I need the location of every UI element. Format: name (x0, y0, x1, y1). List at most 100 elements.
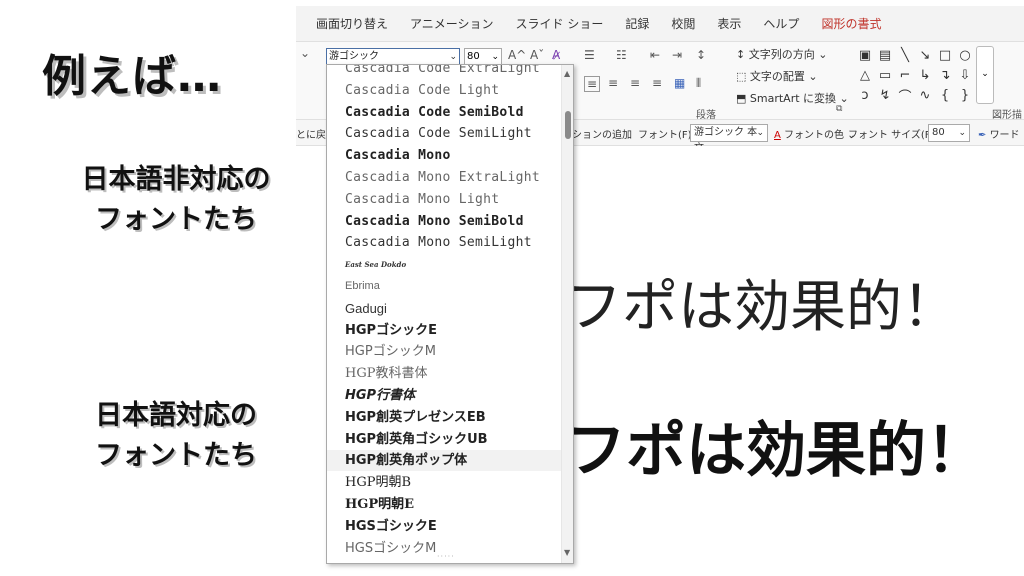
scroll-thumb[interactable] (565, 111, 571, 139)
font-list-item[interactable]: Gadugi (327, 298, 563, 319)
font-list-item[interactable]: HGP教科書体 (327, 363, 563, 384)
text-direction-button[interactable]: ↕ 文字列の方向 ⌄ (736, 46, 827, 62)
down-arrow-icon[interactable]: ⇩ (956, 66, 974, 84)
tab-review[interactable]: 校閲 (671, 15, 695, 32)
connector-arrow-icon[interactable]: ↳ (916, 66, 934, 84)
chevron-down-icon[interactable]: ⌄ (491, 49, 499, 65)
oval-icon[interactable]: ○ (956, 46, 974, 64)
distributed-icon[interactable]: ▦ (674, 76, 685, 90)
font-list-item[interactable]: HGP創英角ゴシックUB (327, 429, 563, 450)
tab-transitions[interactable]: 画面切り替え (316, 15, 388, 32)
font-color-icon: A (774, 130, 781, 141)
font-list-scrollbar[interactable]: ▲ ▼ (561, 65, 573, 563)
slide-text-bold[interactable]: フポは効果的！ (566, 402, 986, 489)
font-list-item[interactable]: Cascadia Code SemiLight (327, 123, 563, 144)
smartart-label: SmartArt に変換 (749, 92, 837, 105)
font-list-item[interactable]: HGP創英プレゼンスEB (327, 407, 563, 428)
freeform-icon[interactable]: ↯ (876, 86, 894, 104)
font-label: フォント(F): (638, 130, 695, 141)
reset-label[interactable]: とに戻 (296, 126, 326, 141)
chevron-down-icon[interactable]: ⌄ (756, 125, 764, 141)
font-list-item[interactable]: Cascadia Code ExtraLight (327, 65, 563, 79)
annotation-title: 例えば… (42, 51, 222, 102)
tab-slideshow[interactable]: スライド ショー (516, 15, 604, 32)
font-list-item[interactable]: Cascadia Code Light (327, 80, 563, 101)
font-list-item[interactable]: Cascadia Mono (327, 145, 563, 166)
slide-text-light[interactable]: フポは効果的！ (566, 262, 958, 343)
tab-help[interactable]: ヘルプ (763, 15, 799, 32)
tab-record[interactable]: 記録 (625, 15, 649, 32)
textbox-icon[interactable]: ▣ (856, 46, 874, 64)
font-color-button[interactable]: A フォントの色 ⌄ (774, 126, 856, 141)
font-list-item[interactable]: HGPゴシックE (327, 320, 563, 341)
align-center-icon[interactable]: ≡ (608, 76, 618, 90)
clear-format-icon[interactable]: A̷ (552, 48, 560, 62)
add-animation-label[interactable]: ションの追加 (572, 126, 632, 141)
align-text-label: 文字の配置 (749, 70, 805, 83)
justify-icon[interactable]: ≡ (652, 76, 662, 90)
right-brace-icon[interactable]: } (956, 86, 974, 104)
numbering-icon[interactable]: ☷ (616, 48, 627, 62)
align-right-icon[interactable]: ≡ (630, 76, 640, 90)
scroll-up-icon[interactable]: ▲ (564, 69, 570, 78)
curve-icon[interactable]: ↄ (856, 86, 874, 104)
font-list-item[interactable]: Cascadia Mono SemiBold (327, 211, 563, 232)
arrow-line-icon[interactable]: ↘ (916, 46, 934, 64)
triangle-icon[interactable]: △ (856, 66, 874, 84)
font-color-label: フォントの色 (784, 130, 845, 141)
annotation-japanese-fonts: 日本語対応の フォントたち (56, 396, 296, 476)
tab-view[interactable]: 表示 (717, 15, 741, 32)
mini-size-value: 80 (932, 127, 945, 138)
line-icon[interactable]: ╲ (896, 46, 914, 64)
paragraph-group-label: 段落 (696, 110, 716, 121)
scroll-down-icon[interactable]: ▼ (564, 548, 570, 557)
grow-font-icon[interactable]: A^ (508, 48, 526, 62)
elbow-arrow-icon[interactable]: ↴ (936, 66, 954, 84)
mini-font-select[interactable]: 游ゴシック 本文 ⌄ (690, 124, 768, 154)
columns-icon[interactable]: ⫴ (696, 76, 701, 91)
annotation-non-japanese-fonts: 日本語非対応の フォントたち (56, 160, 296, 240)
chevron-down-icon[interactable]: ⌄ (449, 49, 457, 65)
font-list-item[interactable]: HGP創英角ポップ体 (327, 450, 563, 472)
font-list-item[interactable]: HGPゴシックM (327, 341, 563, 362)
align-left-icon[interactable]: ≡ (584, 76, 601, 92)
resize-grip-icon[interactable]: ····· (437, 552, 455, 561)
rectangle-icon[interactable]: □ (936, 46, 954, 64)
font-list-item[interactable]: HGSゴシックE (327, 516, 563, 537)
increase-indent-icon[interactable]: ⇥ (672, 48, 682, 62)
annotation-line: 日本語非対応の (81, 164, 271, 195)
scribble-icon[interactable]: ∿ (916, 86, 934, 104)
font-list-item[interactable]: Cascadia Code SemiBold (327, 102, 563, 123)
tab-animations[interactable]: アニメーション (410, 15, 494, 32)
font-list-item[interactable]: Cascadia Mono Light (327, 189, 563, 210)
align-text-button[interactable]: ⬚ 文字の配置 ⌄ (736, 68, 818, 84)
chevron-down-icon[interactable]: ⌄ (958, 125, 966, 141)
chevron-down-icon[interactable]: ⌄ (300, 46, 310, 60)
rectangle-icon[interactable]: ▭ (876, 66, 894, 84)
font-list-item[interactable]: East Sea Dokdo (327, 254, 563, 275)
font-list-item[interactable]: HGP行書体 (327, 385, 563, 406)
vertical-textbox-icon[interactable]: ▤ (876, 46, 894, 64)
font-list-item[interactable]: Cascadia Mono ExtraLight (327, 167, 563, 188)
arc-icon[interactable]: ⌒ (896, 86, 914, 105)
dialog-launcher-icon[interactable]: ⧉ (836, 104, 842, 114)
smartart-button[interactable]: ⬒ SmartArt に変換 ⌄ (736, 90, 849, 106)
font-list-item[interactable]: HGP明朝B (327, 472, 563, 493)
tab-shape-format[interactable]: 図形の書式 (821, 15, 881, 32)
font-list-item[interactable]: Ebrima (327, 276, 563, 297)
font-name-value: 游ゴシック (329, 51, 379, 62)
shapes-gallery: ▣ ▤ ╲ ↘ □ ○ △ ▭ ⌐ ↳ ↴ ⇩ ↄ ↯ ⌒ ∿ { } (856, 46, 974, 105)
left-brace-icon[interactable]: { (936, 86, 954, 104)
bullets-icon[interactable]: ☰ (584, 48, 595, 62)
line-spacing-icon[interactable]: ↕ (696, 48, 706, 62)
connector-icon[interactable]: ⌐ (896, 66, 914, 84)
shapes-more-button[interactable]: ⌄ (976, 46, 994, 104)
font-dropdown-list[interactable]: Cascadia Code ExtraLight Cascadia Code Li… (326, 64, 574, 564)
font-size-label: フォント サイズ(F): (848, 130, 938, 141)
decrease-indent-icon[interactable]: ⇤ (650, 48, 660, 62)
wordart-button[interactable]: ✒ ワード (978, 126, 1020, 141)
mini-size-select[interactable]: 80 ⌄ (928, 124, 970, 142)
font-list-item[interactable]: HGP明朝E (327, 494, 563, 515)
shrink-font-icon[interactable]: Aˇ (530, 48, 544, 62)
font-list-item[interactable]: Cascadia Mono SemiLight (327, 232, 563, 253)
